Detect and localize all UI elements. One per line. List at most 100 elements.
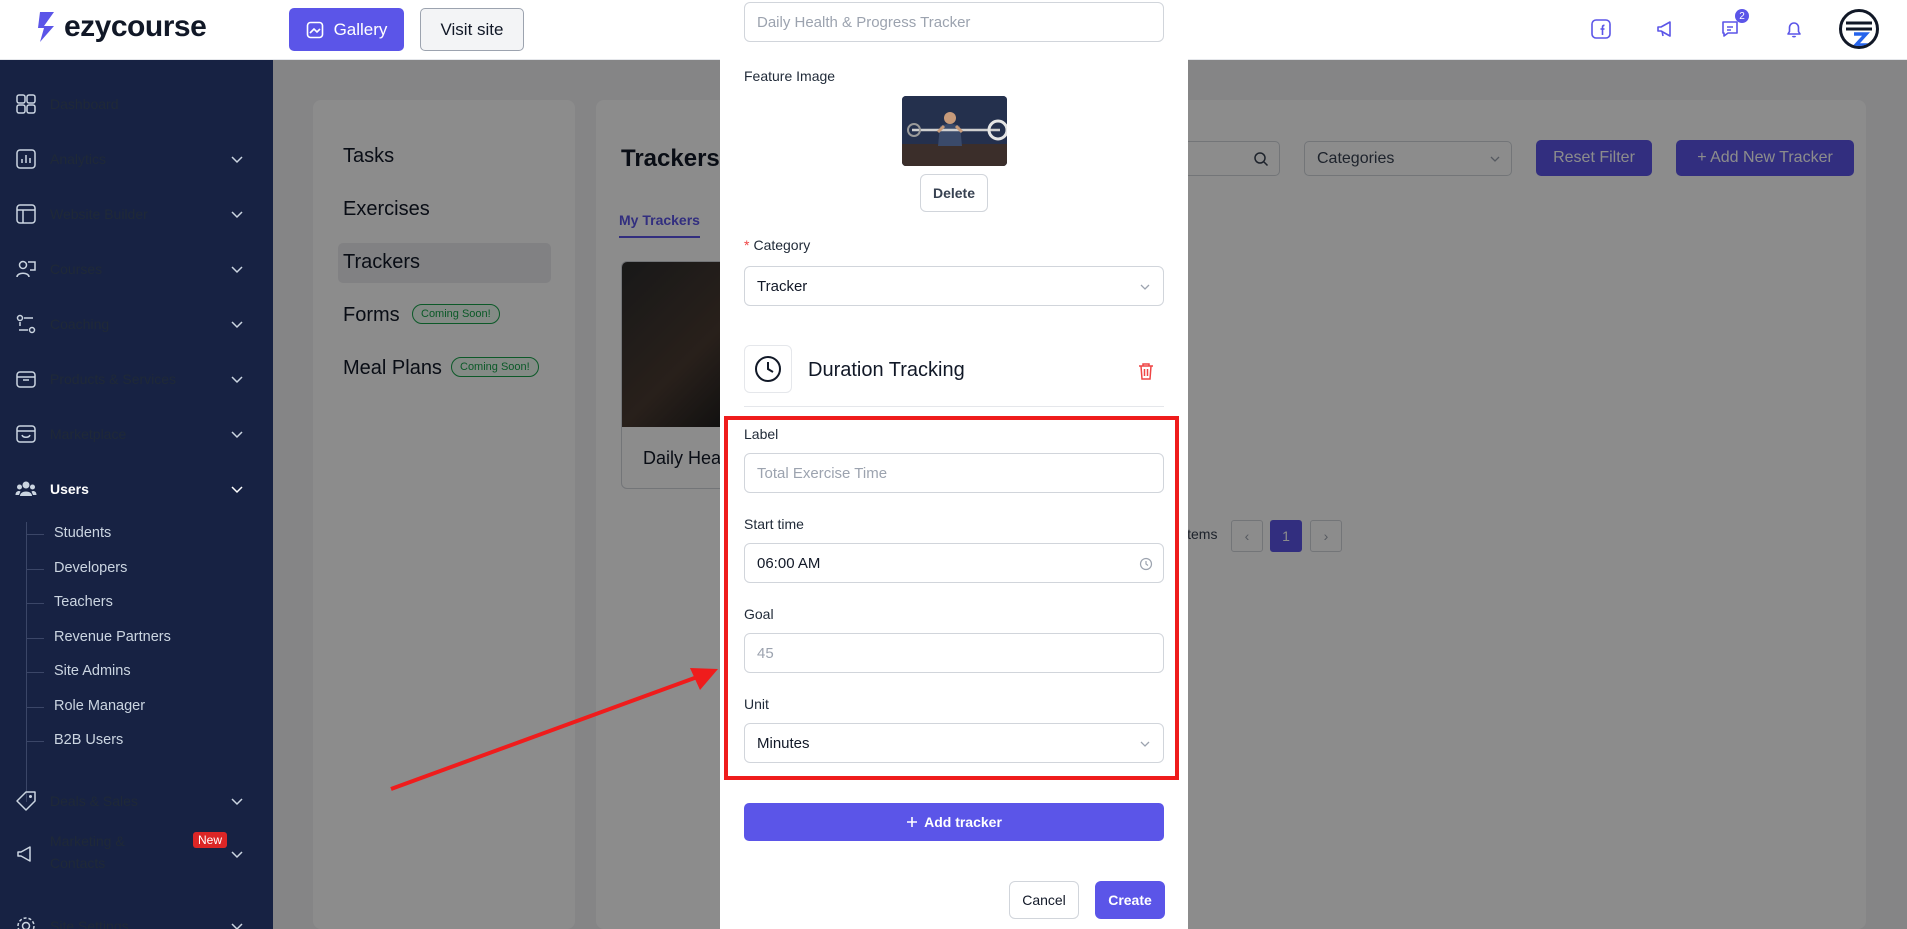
chevron-down-icon	[231, 376, 243, 384]
coaching-icon	[14, 312, 38, 336]
clock-icon	[1139, 557, 1153, 571]
sidebar-label: Coaching	[50, 316, 110, 332]
sidebar-item-deals-sales[interactable]: Deals & Sales	[0, 781, 273, 821]
category-value: Tracker	[757, 277, 808, 295]
add-tracker-label: Add tracker	[924, 814, 1002, 830]
sidebar-item-marketplace[interactable]: Marketplace	[0, 414, 273, 454]
chevron-down-icon	[231, 266, 243, 274]
unit-label: Unit	[744, 696, 769, 712]
sidebar-item-courses[interactable]: Courses	[0, 249, 273, 289]
logo-icon	[38, 12, 54, 42]
sidebar-subitem-role-manager[interactable]: Role Manager	[25, 698, 145, 714]
sidebar-label: Deals & Sales	[50, 793, 138, 809]
unit-select[interactable]: Minutes	[744, 723, 1164, 763]
sidebar-label: Analytics	[50, 151, 107, 167]
delete-image-button[interactable]: Delete	[920, 174, 988, 212]
category-label-text: Category	[753, 237, 811, 253]
sidebar-subitem-developers[interactable]: Developers	[25, 560, 127, 576]
sidebar-label: Contacts	[50, 855, 106, 871]
users-icon	[14, 477, 38, 501]
sidebar-label: Marketplace	[50, 426, 127, 442]
sidebar-subitem-students[interactable]: Students	[25, 525, 111, 541]
sidebar-item-products-services[interactable]: Products & Services	[0, 359, 273, 399]
courses-icon	[14, 257, 38, 281]
sidebar-item-users[interactable]: Users	[0, 469, 273, 509]
sidebar: Dashboard Analytics Website Builder Cour…	[0, 60, 273, 929]
sidebar-label: Products & Services	[50, 371, 177, 387]
goal-input[interactable]: 45	[744, 633, 1164, 673]
sidebar-label: Website Builder	[50, 206, 148, 222]
gallery-label: Gallery	[333, 19, 388, 39]
gear-icon	[14, 914, 38, 929]
trash-icon[interactable]	[1135, 360, 1157, 382]
label-field-label: Label	[744, 426, 779, 442]
chevron-down-icon	[231, 851, 243, 859]
goal-label: Goal	[744, 606, 774, 622]
start-time-picker[interactable]: 06:00 AM	[744, 543, 1164, 583]
chevron-down-icon	[1140, 741, 1150, 747]
bell-icon[interactable]	[1779, 14, 1809, 44]
chevron-down-icon	[231, 923, 243, 929]
brand-logo[interactable]: ezycourse	[36, 10, 207, 44]
sidebar-subitem-b2b-users[interactable]: B2B Users	[25, 732, 123, 748]
facebook-icon[interactable]	[1586, 14, 1616, 44]
sidebar-label: Dashboard	[50, 96, 119, 112]
start-time-label: Start time	[744, 516, 804, 532]
visit-site-label: Visit site	[440, 19, 504, 39]
unit-value: Minutes	[757, 734, 810, 752]
create-button[interactable]: Create	[1095, 881, 1165, 919]
gallery-icon	[306, 21, 323, 38]
sidebar-item-analytics[interactable]: Analytics	[0, 139, 273, 179]
products-icon	[14, 367, 38, 391]
brand-name: ezycourse	[64, 10, 207, 43]
sidebar-subitem-site-admins[interactable]: Site Admins	[26, 663, 131, 679]
sidebar-subitem-teachers[interactable]: Teachers	[26, 594, 113, 610]
chevron-down-icon	[231, 798, 243, 806]
chevron-down-icon	[231, 486, 243, 494]
sidebar-label: Users	[50, 481, 89, 497]
analytics-icon	[14, 147, 38, 171]
sidebar-label: Courses	[50, 261, 103, 277]
messages-icon[interactable]: 2	[1715, 9, 1749, 44]
dashboard-icon	[14, 92, 38, 116]
megaphone-icon[interactable]	[1651, 14, 1681, 44]
tracker-title-field[interactable]: Daily Health & Progress Tracker	[744, 2, 1164, 42]
goal-placeholder: 45	[757, 644, 774, 662]
megaphone-icon	[14, 842, 38, 866]
messages-badge: 2	[1735, 9, 1749, 23]
user-avatar[interactable]	[1839, 9, 1879, 49]
submenu-connector	[26, 522, 27, 802]
chevron-down-icon	[231, 211, 243, 219]
tracker-title-value: Daily Health & Progress Tracker	[757, 13, 971, 31]
cancel-button[interactable]: Cancel	[1009, 881, 1079, 919]
chevron-down-icon	[231, 431, 243, 439]
label-input[interactable]: Total Exercise Time	[744, 453, 1164, 493]
duration-type-icon-box	[744, 345, 792, 393]
sidebar-item-coaching[interactable]: Coaching	[0, 304, 273, 344]
chevron-down-icon	[231, 156, 243, 164]
sidebar-item-website-builder[interactable]: Website Builder	[0, 194, 273, 234]
clock-icon	[755, 356, 781, 382]
sidebar-subitem-revenue-partners[interactable]: Revenue Partners	[26, 629, 171, 645]
sidebar-item-site-settings[interactable]: Site Settings	[0, 906, 273, 929]
visit-site-button[interactable]: Visit site	[420, 8, 524, 51]
sidebar-item-dashboard[interactable]: Dashboard	[0, 84, 273, 124]
sidebar-label: Site Settings	[50, 918, 129, 929]
plus-icon	[907, 817, 918, 827]
tag-icon	[14, 789, 38, 813]
gallery-button[interactable]: Gallery	[289, 8, 404, 51]
start-time-value: 06:00 AM	[757, 554, 821, 572]
sidebar-item-marketing-contacts[interactable]: Marketing & Contacts New	[0, 824, 273, 884]
website-builder-icon	[14, 202, 38, 226]
sidebar-label: Marketing &	[50, 833, 125, 849]
tracker-type-title: Duration Tracking	[808, 359, 965, 381]
category-select[interactable]: Tracker	[744, 266, 1164, 306]
marketplace-icon	[14, 422, 38, 446]
feature-image-label: Feature Image	[744, 68, 836, 84]
chevron-down-icon	[1140, 284, 1150, 290]
section-divider	[744, 406, 1164, 407]
avatar-logo-icon	[1846, 21, 1872, 46]
label-placeholder: Total Exercise Time	[757, 464, 888, 482]
add-tracker-button[interactable]: Add tracker	[744, 803, 1164, 841]
feature-image-thumbnail	[902, 96, 1007, 166]
